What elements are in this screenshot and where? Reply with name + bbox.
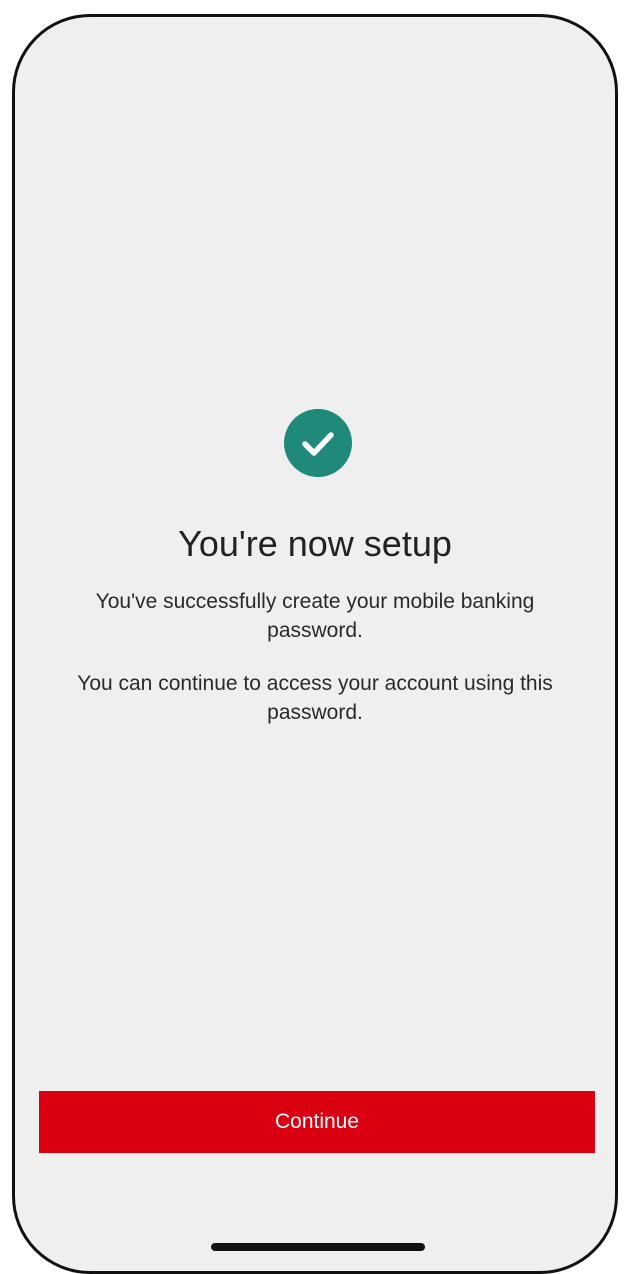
phone-screen: You're now setup You've successfully cre… [12, 14, 618, 1274]
checkmark-icon [302, 432, 334, 456]
page-title: You're now setup [178, 523, 452, 564]
checkmark-circle-icon [284, 409, 352, 477]
instruction-message: You can continue to access your account … [77, 672, 553, 724]
success-message: You've successfully create your mobile b… [95, 590, 535, 642]
continue-button[interactable]: Continue [39, 1091, 595, 1153]
